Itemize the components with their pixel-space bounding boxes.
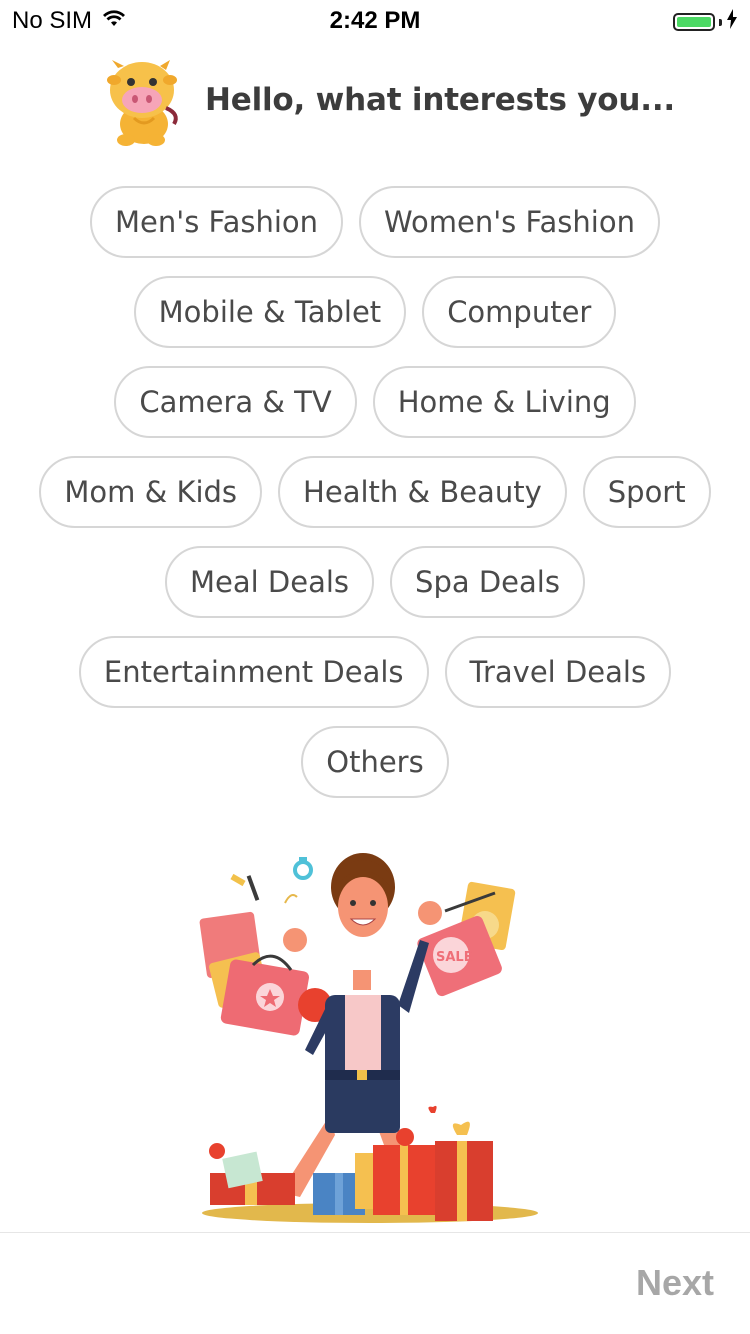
chip-health-beauty[interactable]: Health & Beauty <box>278 456 567 528</box>
interest-chip-list: Men's Fashion Women's Fashion Mobile & T… <box>0 186 750 816</box>
charging-bolt-icon <box>726 8 738 36</box>
chip-others[interactable]: Others <box>301 726 449 798</box>
greeting-heading: Hello, what interests you... <box>205 82 675 118</box>
next-button[interactable]: Next <box>636 1262 714 1304</box>
chip-mens-fashion[interactable]: Men's Fashion <box>90 186 344 258</box>
cow-mascot-icon <box>104 58 184 146</box>
status-right <box>673 8 738 36</box>
status-time: 2:42 PM <box>329 7 421 34</box>
chip-row: Men's Fashion Women's Fashion <box>0 186 750 260</box>
battery-tip <box>719 18 722 26</box>
chip-mobile-tablet[interactable]: Mobile & Tablet <box>133 276 407 348</box>
chip-entertainment-deals[interactable]: Entertainment Deals <box>78 636 429 708</box>
chip-mom-kids[interactable]: Mom & Kids <box>39 456 263 528</box>
chip-camera-tv[interactable]: Camera & TV <box>114 366 357 438</box>
shopping-illustration: SALE <box>195 845 555 1225</box>
chip-spa-deals[interactable]: Spa Deals <box>390 546 585 618</box>
chip-row: Mobile & Tablet Computer <box>0 276 750 350</box>
chip-computer[interactable]: Computer <box>422 276 617 348</box>
sale-tag: SALE <box>436 950 473 965</box>
header: Hello, what interests you... <box>0 58 750 150</box>
chip-row: Others <box>0 726 750 800</box>
chip-row: Mom & Kids Health & Beauty Sport <box>0 456 750 530</box>
chip-home-living[interactable]: Home & Living <box>372 366 636 438</box>
battery-icon <box>673 13 715 31</box>
chip-meal-deals[interactable]: Meal Deals <box>165 546 375 618</box>
chip-row: Camera & TV Home & Living <box>0 366 750 440</box>
footer-divider <box>0 1232 750 1233</box>
chip-row: Entertainment Deals Travel Deals <box>0 636 750 710</box>
chip-womens-fashion[interactable]: Women's Fashion <box>359 186 660 258</box>
chip-sport[interactable]: Sport <box>582 456 711 528</box>
chip-travel-deals[interactable]: Travel Deals <box>444 636 672 708</box>
status-bar: No SIM 2:42 PM <box>0 0 750 40</box>
chip-row: Meal Deals Spa Deals <box>0 546 750 620</box>
